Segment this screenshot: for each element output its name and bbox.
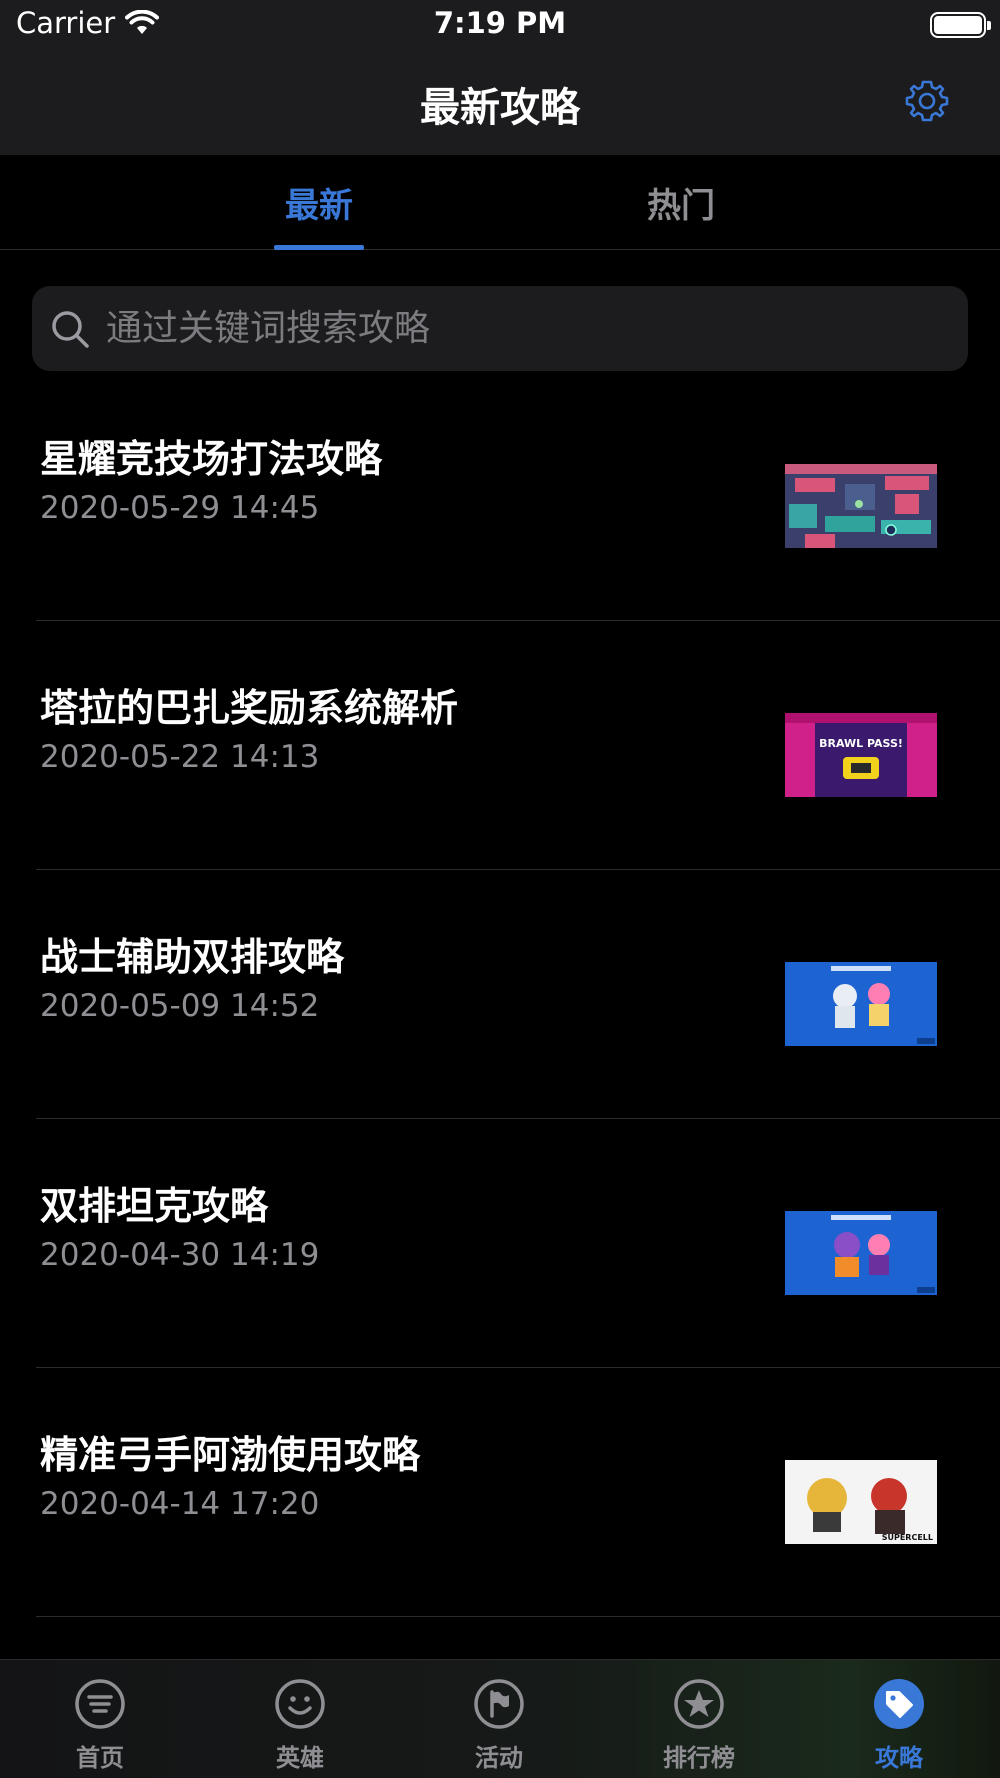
page-title: 最新攻略	[420, 85, 580, 131]
star-icon	[674, 1679, 724, 1729]
article-title: 双排坦克攻略	[40, 1184, 269, 1228]
tabbar-item-home[interactable]: 首页	[0, 1660, 200, 1778]
tag-icon	[874, 1679, 924, 1729]
top-bar: Carrier 7:19 PM 最新攻略	[0, 0, 1000, 155]
article-title: 精准弓手阿渤使用攻略	[40, 1433, 421, 1477]
arena-map-thumbnail	[785, 464, 937, 548]
gear-icon[interactable]	[905, 79, 949, 123]
article-title: 塔拉的巴扎奖励系统解析	[40, 686, 459, 730]
tabbar-item-leaderboard[interactable]: 排行榜	[599, 1660, 799, 1778]
segment-tabs: 最新 热门	[0, 155, 1000, 250]
list-item[interactable]: 塔拉的巴扎奖励系统解析 2020-05-22 14:13 BRAWL PASS!	[36, 621, 1000, 870]
article-date: 2020-05-09 14:52	[40, 988, 320, 1024]
tabbar-item-heroes[interactable]: 英雄	[200, 1660, 400, 1778]
search-bar[interactable]	[32, 286, 968, 371]
list-item[interactable]: 双排坦克攻略 2020-04-30 14:19	[36, 1119, 1000, 1368]
status-bar: Carrier 7:19 PM	[0, 0, 1000, 52]
flag-icon	[474, 1679, 524, 1729]
article-date: 2020-05-29 14:45	[40, 490, 320, 526]
tabbar-label: 攻略	[875, 1744, 923, 1772]
tabbar-label: 活动	[475, 1744, 523, 1772]
article-title: 战士辅助双排攻略	[40, 935, 345, 979]
character-art-thumbnail: SUPERCELL	[785, 1460, 937, 1544]
app-screen: Carrier 7:19 PM 最新攻略 最新 热门 通过关键词搜索攻略 星耀竞…	[0, 0, 1000, 1778]
smiley-icon	[275, 1679, 325, 1729]
tabbar-label: 首页	[76, 1744, 124, 1772]
article-title: 星耀竞技场打法攻略	[40, 437, 383, 481]
search-icon	[52, 310, 89, 348]
duo-victory-thumbnail	[785, 962, 937, 1046]
article-date: 2020-05-22 14:13	[40, 739, 320, 775]
tab-popular[interactable]: 热门	[636, 155, 726, 250]
tabbar-item-guides[interactable]: 攻略	[799, 1660, 999, 1778]
bottom-tab-bar: 首页 英雄 活动 排行榜 攻略	[0, 1659, 1000, 1778]
list-item[interactable]: 星耀竞技场打法攻略 2020-05-29 14:45	[36, 372, 1000, 621]
tabbar-label: 排行榜	[663, 1744, 735, 1772]
brawl-pass-thumbnail: BRAWL PASS!	[785, 713, 937, 797]
tab-indicator	[274, 245, 364, 250]
battery-icon	[930, 12, 991, 38]
duo-victory-thumbnail	[785, 1211, 937, 1295]
list-item[interactable]: 战士辅助双排攻略 2020-05-09 14:52	[36, 870, 1000, 1119]
article-list: 星耀竞技场打法攻略 2020-05-29 14:45 塔拉的巴扎奖励系统解析 2…	[0, 372, 1000, 1617]
supercell-text: SUPERCELL	[882, 1533, 933, 1542]
tab-latest[interactable]: 最新	[274, 155, 364, 250]
status-time: 7:19 PM	[433, 6, 567, 40]
menu-icon	[75, 1679, 125, 1729]
brawl-pass-text: BRAWL PASS!	[819, 737, 903, 750]
search-input[interactable]	[106, 308, 906, 349]
tabbar-item-events[interactable]: 活动	[399, 1660, 599, 1778]
tabbar-label: 英雄	[276, 1744, 324, 1772]
list-item[interactable]: 精准弓手阿渤使用攻略 2020-04-14 17:20 SUPERCELL	[36, 1368, 1000, 1617]
article-date: 2020-04-30 14:19	[40, 1237, 320, 1273]
article-date: 2020-04-14 17:20	[40, 1486, 320, 1522]
